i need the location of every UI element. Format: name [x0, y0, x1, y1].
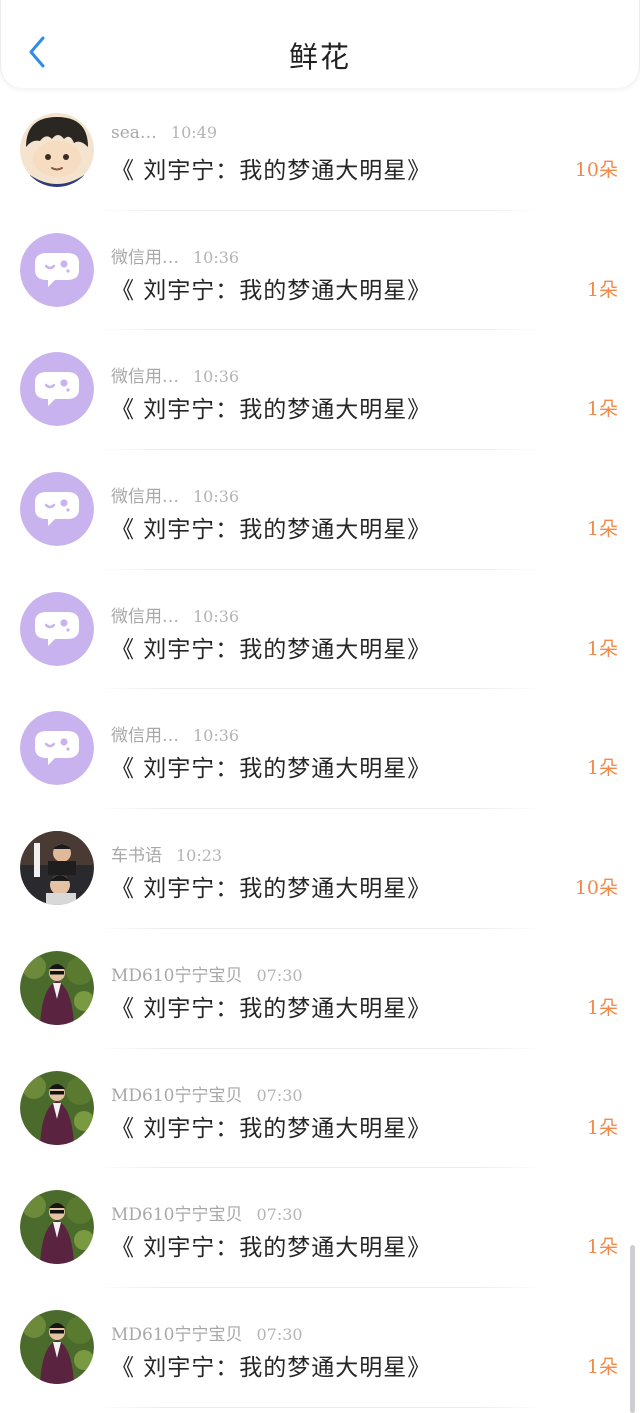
- flower-count: 1朵: [586, 518, 618, 541]
- list-item[interactable]: MD610宁宁宝贝 07:30 《 刘宇宁：我的梦通大明星》 1朵: [0, 1049, 640, 1169]
- sender-meta: MD610宁宁宝贝 07:30: [111, 1200, 303, 1225]
- sender-meta: 微信用… 10:36: [111, 243, 239, 268]
- list-item[interactable]: MD610宁宁宝贝 07:30 《 刘宇宁：我的梦通大明星》 1朵: [0, 1168, 640, 1288]
- flower-count: 1朵: [586, 1355, 618, 1378]
- sender-meta: 车书语 10:23: [111, 841, 222, 866]
- wechat-default-icon: [20, 232, 94, 307]
- gift-list[interactable]: sea… 10:49 《 刘宇宁：我的梦通大明星》 10朵 微信用… 10:36 《…: [0, 91, 640, 1408]
- avatar[interactable]: [20, 472, 94, 547]
- page-title: 鲜花: [288, 40, 351, 74]
- wechat-default-icon: [20, 472, 94, 547]
- sender-meta: MD610宁宁宝贝 07:30: [111, 961, 303, 986]
- avatar[interactable]: [20, 1190, 94, 1265]
- purple-suit-photo-icon: [20, 1070, 94, 1145]
- book-title: 《 刘宇宁：我的梦通大明星》: [111, 277, 432, 304]
- sender-name: sea…: [111, 123, 157, 143]
- wechat-default-icon: [20, 352, 94, 427]
- avatar[interactable]: [20, 831, 94, 906]
- sender-name: 微信用…: [111, 367, 179, 388]
- sender-meta: sea… 10:49: [111, 123, 217, 143]
- avatar[interactable]: [20, 232, 94, 307]
- send-time: 07:30: [256, 1085, 303, 1105]
- list-item[interactable]: sea… 10:49 《 刘宇宁：我的梦通大明星》 10朵: [0, 91, 640, 211]
- list-item[interactable]: 微信用… 10:36 《 刘宇宁：我的梦通大明星》 1朵: [0, 211, 640, 331]
- book-title: 《 刘宇宁：我的梦通大明星》: [111, 397, 432, 424]
- send-time: 07:30: [256, 1324, 303, 1344]
- send-time: 07:30: [256, 1205, 303, 1225]
- sender-meta: 微信用… 10:36: [111, 362, 239, 387]
- flower-count: 1朵: [586, 1116, 618, 1139]
- send-time: 10:23: [176, 846, 223, 866]
- book-title: 《 刘宇宁：我的梦通大明星》: [111, 756, 432, 783]
- send-time: 10:36: [193, 606, 240, 626]
- purple-suit-photo-icon: [20, 1309, 94, 1384]
- send-time: 10:36: [193, 247, 240, 267]
- flower-count: 1朵: [586, 637, 618, 660]
- sender-name: MD610宁宁宝贝: [111, 965, 243, 986]
- flower-count: 1朵: [586, 757, 618, 780]
- list-item[interactable]: MD610宁宁宝贝 07:30 《 刘宇宁：我的梦通大明星》 1朵: [0, 1288, 640, 1408]
- wechat-default-icon: [20, 591, 94, 666]
- flower-count: 10朵: [574, 877, 618, 900]
- avatar[interactable]: [20, 591, 94, 666]
- avatar[interactable]: [20, 950, 94, 1025]
- avatar[interactable]: [20, 1070, 94, 1145]
- top-bar: 鲜花: [0, 0, 640, 88]
- book-title: 《 刘宇宁：我的梦通大明星》: [111, 517, 432, 544]
- anime-boy-icon: [20, 113, 94, 187]
- sender-name: MD610宁宁宝贝: [111, 1324, 243, 1345]
- book-title: 《 刘宇宁：我的梦通大明星》: [111, 876, 432, 903]
- send-time: 10:36: [193, 726, 240, 746]
- divider: [96, 1406, 544, 1408]
- flower-count: 1朵: [586, 398, 618, 421]
- scrollbar[interactable]: [630, 1245, 635, 1413]
- avatar[interactable]: [20, 1309, 94, 1384]
- list-item[interactable]: 车书语 10:23 《 刘宇宁：我的梦通大明星》 10朵: [0, 809, 640, 929]
- sender-name: 微信用…: [111, 726, 179, 747]
- singer-photo-icon: [20, 831, 94, 906]
- purple-suit-photo-icon: [20, 1190, 94, 1265]
- flowers-page: 鲜花 sea… 10:49 《 刘宇宁：我的梦通大明星》 10朵 微信用… 10:: [0, 0, 640, 1413]
- flower-count: 1朵: [586, 996, 618, 1019]
- list-item[interactable]: MD610宁宁宝贝 07:30 《 刘宇宁：我的梦通大明星》 1朵: [0, 929, 640, 1049]
- flower-count: 1朵: [586, 278, 618, 301]
- book-title: 《 刘宇宁：我的梦通大明星》: [111, 1354, 432, 1381]
- book-title: 《 刘宇宁：我的梦通大明星》: [111, 158, 432, 184]
- list-item[interactable]: 微信用… 10:36 《 刘宇宁：我的梦通大明星》 1朵: [0, 330, 640, 451]
- avatar[interactable]: [20, 711, 94, 786]
- sender-meta: 微信用… 10:36: [111, 602, 239, 627]
- book-title: 《 刘宇宁：我的梦通大明星》: [111, 1115, 432, 1142]
- avatar[interactable]: [20, 352, 94, 427]
- wechat-default-icon: [20, 711, 94, 786]
- sender-name: 微信用…: [111, 487, 179, 508]
- sender-name: 微信用…: [111, 606, 179, 627]
- sender-name: 微信用…: [111, 247, 179, 268]
- sender-name: MD610宁宁宝贝: [111, 1205, 243, 1226]
- send-time: 10:36: [193, 367, 240, 387]
- list-item[interactable]: 微信用… 10:36 《 刘宇宁：我的梦通大明星》 1朵: [0, 450, 640, 570]
- flower-count: 10朵: [574, 159, 618, 181]
- sender-name: 车书语: [111, 846, 162, 867]
- send-time: 10:49: [170, 123, 218, 142]
- purple-suit-photo-icon: [20, 950, 94, 1025]
- sender-meta: MD610宁宁宝贝 07:30: [111, 1320, 303, 1345]
- list-item[interactable]: 微信用… 10:36 《 刘宇宁：我的梦通大明星》 1朵: [0, 689, 640, 810]
- sender-meta: MD610宁宁宝贝 07:30: [111, 1081, 303, 1106]
- sender-meta: 微信用… 10:36: [111, 721, 239, 746]
- book-title: 《 刘宇宁：我的梦通大明星》: [111, 995, 432, 1022]
- flower-count: 1朵: [586, 1236, 618, 1259]
- avatar[interactable]: [20, 113, 94, 187]
- sender-meta: 微信用… 10:36: [111, 482, 239, 507]
- book-title: 《 刘宇宁：我的梦通大明星》: [111, 1235, 432, 1262]
- send-time: 10:36: [193, 487, 240, 507]
- book-title: 《 刘宇宁：我的梦通大明星》: [111, 636, 432, 663]
- sender-name: MD610宁宁宝贝: [111, 1085, 243, 1106]
- send-time: 07:30: [256, 965, 303, 985]
- list-item[interactable]: 微信用… 10:36 《 刘宇宁：我的梦通大明星》 1朵: [0, 570, 640, 690]
